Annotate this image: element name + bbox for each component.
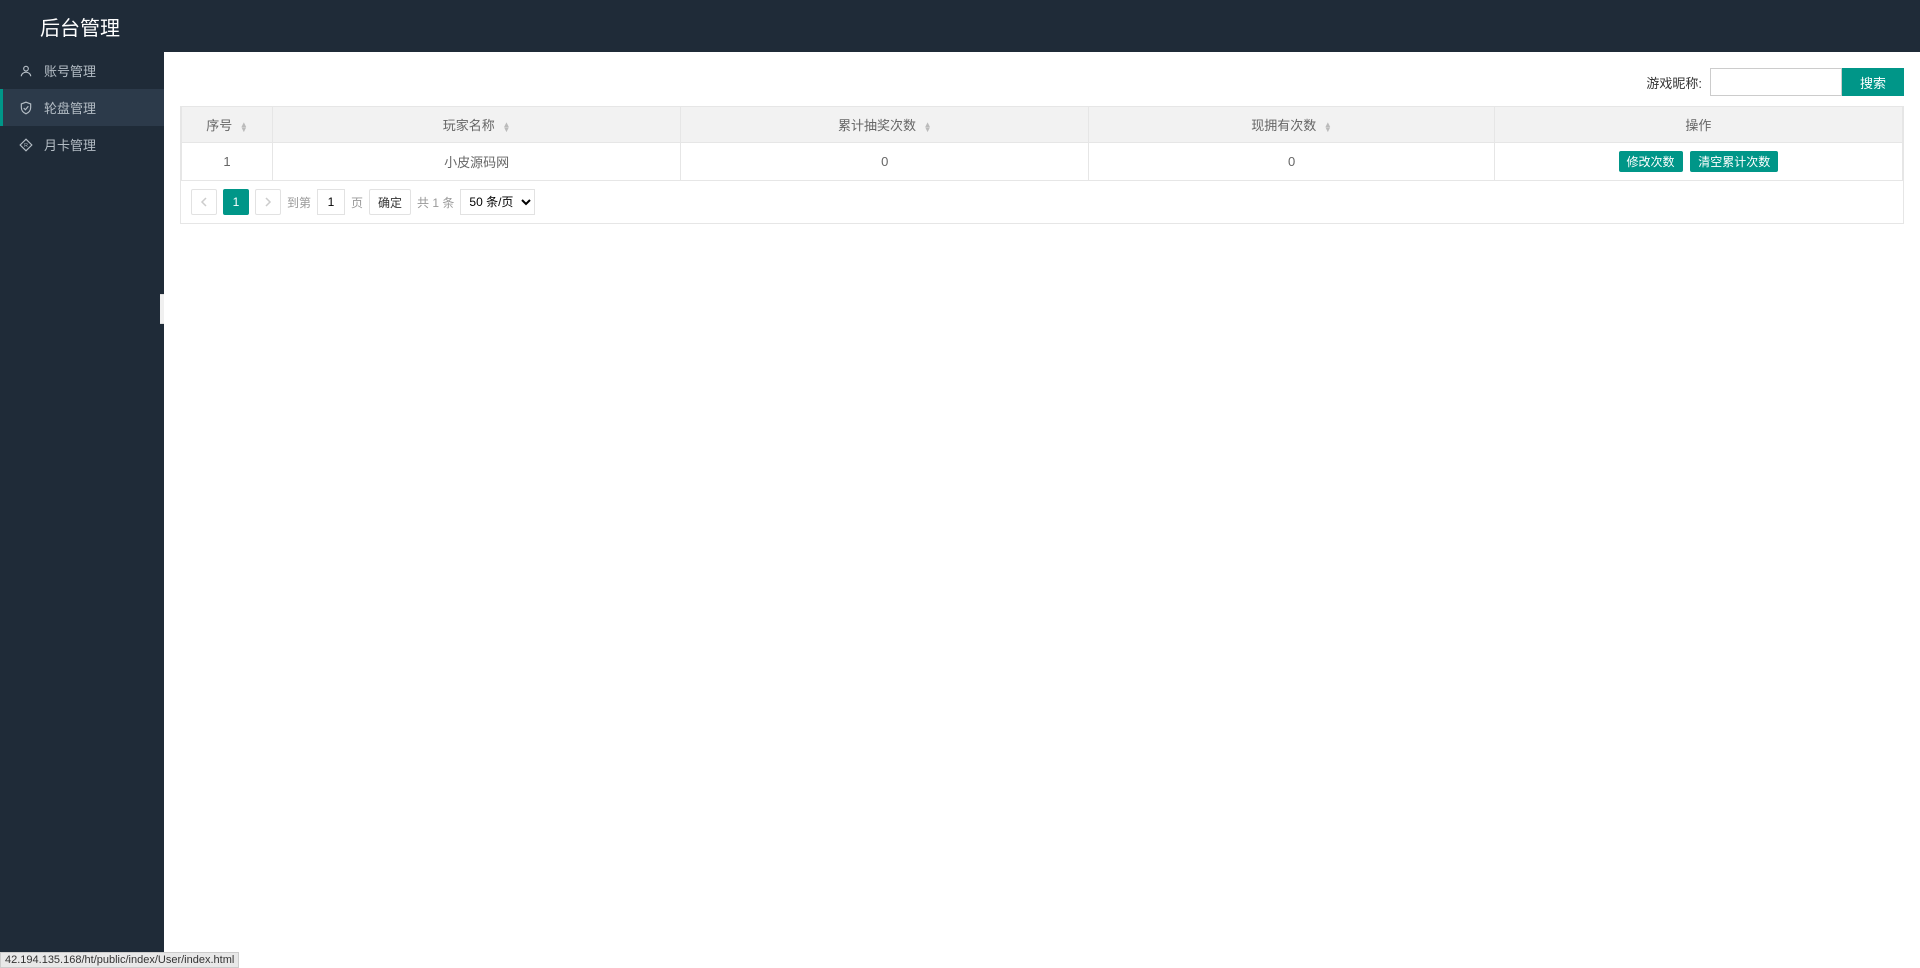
goto-label: 到第 — [287, 194, 311, 211]
table-row: 1 小皮源码网 0 0 修改次数 清空累计次数 — [182, 143, 1903, 181]
sidebar-item-account[interactable]: 账号管理 — [0, 52, 164, 89]
shield-icon — [18, 100, 34, 116]
edit-count-button[interactable]: 修改次数 — [1619, 151, 1683, 172]
sidebar-item-wheel[interactable]: 轮盘管理 — [0, 89, 164, 126]
app-title: 后台管理 — [40, 12, 120, 41]
sidebar-item-label: 轮盘管理 — [44, 98, 96, 117]
col-header-name[interactable]: 玩家名称 ▲▼ — [273, 107, 681, 143]
cell-total: 0 — [681, 143, 1089, 181]
sidebar-item-label: 账号管理 — [44, 61, 96, 80]
container: 账号管理 轮盘管理 R 月卡管理 游戏昵称: 搜索 — [0, 52, 1920, 968]
clear-count-button[interactable]: 清空累计次数 — [1690, 151, 1778, 172]
chevron-right-icon — [264, 197, 272, 207]
col-header-remain[interactable]: 现拥有次数 ▲▼ — [1089, 107, 1494, 143]
pagination: 1 到第 页 确定 共 1 条 50 条/页 — [180, 181, 1904, 224]
cell-remain: 0 — [1089, 143, 1494, 181]
cell-index: 1 — [182, 143, 273, 181]
search-bar: 游戏昵称: 搜索 — [180, 68, 1904, 96]
page-size-select[interactable]: 50 条/页 — [460, 189, 535, 215]
sort-icon[interactable]: ▲▼ — [502, 122, 510, 132]
sort-icon[interactable]: ▲▼ — [1324, 122, 1332, 132]
data-table: 序号 ▲▼ 玩家名称 ▲▼ 累计抽奖次数 ▲▼ 现拥有次数 — [181, 107, 1903, 181]
cell-actions: 修改次数 清空累计次数 — [1494, 143, 1902, 181]
total-count: 共 1 条 — [417, 194, 454, 211]
search-label: 游戏昵称: — [1646, 73, 1702, 92]
page-input[interactable] — [317, 189, 345, 215]
sidebar-item-label: 月卡管理 — [44, 135, 96, 154]
next-page-button[interactable] — [255, 189, 281, 215]
status-bar: 42.194.135.168/ht/public/index/User/inde… — [0, 952, 239, 968]
cell-name: 小皮源码网 — [273, 143, 681, 181]
sort-icon[interactable]: ▲▼ — [924, 122, 932, 132]
search-input[interactable] — [1710, 68, 1842, 96]
page-unit: 页 — [351, 194, 363, 211]
table-header-row: 序号 ▲▼ 玩家名称 ▲▼ 累计抽奖次数 ▲▼ 现拥有次数 — [182, 107, 1903, 143]
user-icon — [18, 63, 34, 79]
sidebar: 账号管理 轮盘管理 R 月卡管理 — [0, 52, 164, 968]
sidebar-item-card[interactable]: R 月卡管理 — [0, 126, 164, 163]
main-content: 游戏昵称: 搜索 序号 ▲▼ 玩家名称 ▲▼ — [164, 52, 1920, 968]
search-button[interactable]: 搜索 — [1842, 68, 1904, 96]
page-1-button[interactable]: 1 — [223, 189, 249, 215]
header: 后台管理 — [0, 0, 1920, 52]
col-header-index[interactable]: 序号 ▲▼ — [182, 107, 273, 143]
svg-text:R: R — [24, 142, 28, 148]
goto-confirm-button[interactable]: 确定 — [369, 189, 411, 215]
sort-icon[interactable]: ▲▼ — [240, 122, 248, 132]
col-header-action: 操作 — [1494, 107, 1902, 143]
chevron-left-icon — [200, 197, 208, 207]
table-wrapper: 序号 ▲▼ 玩家名称 ▲▼ 累计抽奖次数 ▲▼ 现拥有次数 — [180, 106, 1904, 181]
prev-page-button[interactable] — [191, 189, 217, 215]
col-header-total[interactable]: 累计抽奖次数 ▲▼ — [681, 107, 1089, 143]
diamond-icon: R — [18, 137, 34, 153]
